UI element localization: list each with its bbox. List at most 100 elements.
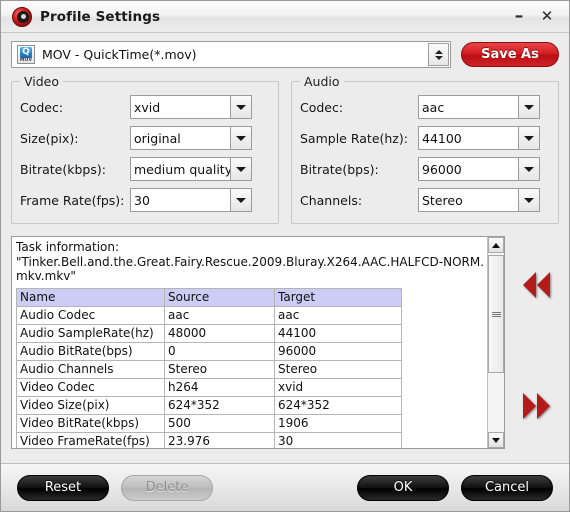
table-row: Video Size(pix) 624*352 624*352: [16, 395, 402, 415]
quicktime-q-glyph: Q: [20, 47, 32, 58]
cell-name: Video Codec: [16, 377, 165, 397]
cell-target: 96000: [274, 341, 402, 361]
cell-target: Stereo: [274, 359, 402, 379]
table-row: Video Codec h264 xvid: [16, 377, 402, 397]
table-header-row: Name Source Target: [16, 287, 402, 307]
settings-groups: Video Codec: xvid Size(pix): original Bi…: [11, 74, 559, 224]
cell-target: 624*352: [274, 395, 402, 415]
cell-source: Stereo: [164, 359, 275, 379]
cancel-button[interactable]: Cancel: [461, 474, 553, 501]
profile-settings-dialog: Profile Settings – ✕ Q MOV MOV - QuickTi…: [0, 0, 570, 512]
video-group: Video Codec: xvid Size(pix): original Bi…: [11, 74, 279, 224]
task-area: Task information: "Tinker.Bell.and.the.G…: [11, 236, 559, 449]
chevron-down-icon[interactable]: [230, 157, 252, 181]
dialog-body: Q MOV MOV - QuickTime(*.mov) Save As Vid…: [1, 33, 569, 463]
cell-target: 30: [274, 431, 402, 448]
rewind-double-left-icon[interactable]: [522, 272, 550, 298]
forward-double-right-icon[interactable]: [522, 393, 550, 419]
minimize-icon[interactable]: –: [511, 8, 527, 25]
audio-codec-label: Codec:: [300, 99, 344, 115]
cell-name: Audio Channels: [16, 359, 165, 379]
chevron-down-icon[interactable]: [230, 95, 252, 119]
cell-name: Video BitRate(kbps): [16, 413, 165, 433]
title-bar: Profile Settings – ✕: [1, 1, 569, 33]
task-information-content: Task information: "Tinker.Bell.and.the.G…: [12, 237, 487, 448]
video-size-label: Size(pix):: [20, 130, 79, 146]
task-scrollbar[interactable]: [487, 237, 504, 448]
cell-source: aac: [164, 305, 275, 325]
cell-source: h264: [164, 377, 275, 397]
task-information-panel: Task information: "Tinker.Bell.and.the.G…: [11, 236, 505, 449]
navigation-arrows: [513, 236, 559, 449]
table-row: Audio SampleRate(hz) 48000 44100: [16, 323, 402, 343]
chevron-down-icon[interactable]: [230, 188, 252, 212]
video-framerate-value: 30: [130, 188, 230, 212]
table-row: Video FrameRate(fps) 23.976 30: [16, 431, 402, 448]
audio-channels-label: Channels:: [300, 192, 363, 208]
cell-target: aac: [274, 305, 402, 325]
table-row: Audio Channels Stereo Stereo: [16, 359, 402, 379]
audio-bitrate-row: Bitrate(bps): 96000: [300, 156, 550, 182]
audio-group: Audio Codec: aac Sample Rate(hz): 44100: [291, 74, 559, 224]
audio-codec-select[interactable]: aac: [418, 95, 540, 119]
task-information-table: Name Source Target Audio Codec aac aac A…: [16, 287, 402, 448]
video-size-value: original: [130, 126, 230, 150]
cell-name: Audio Codec: [16, 305, 165, 325]
mov-file-icon: Q MOV: [17, 45, 35, 64]
audio-samplerate-select[interactable]: 44100: [418, 126, 540, 150]
scrollbar-track[interactable]: [488, 253, 504, 432]
ok-button[interactable]: OK: [357, 474, 449, 501]
cell-name: Video FrameRate(fps): [16, 431, 165, 448]
audio-codec-row: Codec: aac: [300, 94, 550, 120]
page-title: Profile Settings: [40, 8, 161, 25]
save-as-button[interactable]: Save As: [461, 42, 559, 67]
cell-source: 23.976: [164, 431, 275, 448]
video-framerate-label: Frame Rate(fps):: [20, 192, 125, 208]
close-icon[interactable]: ✕: [539, 9, 555, 25]
audio-samplerate-value: 44100: [418, 126, 518, 150]
scrollbar-thumb[interactable]: [488, 255, 504, 373]
video-group-legend: Video: [20, 74, 64, 89]
video-bitrate-label: Bitrate(kbps):: [20, 161, 106, 177]
profile-selected-value: MOV - QuickTime(*.mov): [42, 47, 197, 62]
audio-bitrate-label: Bitrate(bps):: [300, 161, 379, 177]
scroll-down-icon[interactable]: [488, 432, 504, 448]
table-row: Audio Codec aac aac: [16, 305, 402, 325]
task-information-label: Task information:: [16, 240, 120, 254]
chevron-down-icon[interactable]: [518, 95, 540, 119]
audio-bitrate-select[interactable]: 96000: [418, 157, 540, 181]
chevron-down-icon[interactable]: [230, 126, 252, 150]
video-bitrate-select[interactable]: medium quality: [130, 157, 252, 181]
cell-source: 500: [164, 413, 275, 433]
video-codec-select[interactable]: xvid: [130, 95, 252, 119]
audio-channels-row: Channels: Stereo: [300, 187, 550, 213]
chevron-down-icon[interactable]: [518, 188, 540, 212]
audio-samplerate-label: Sample Rate(hz):: [300, 130, 408, 146]
audio-channels-value: Stereo: [418, 188, 518, 212]
scroll-up-icon[interactable]: [488, 237, 504, 253]
window-controls: – ✕: [511, 8, 563, 25]
audio-samplerate-row: Sample Rate(hz): 44100: [300, 125, 550, 151]
profile-row: Q MOV MOV - QuickTime(*.mov) Save As: [11, 41, 559, 68]
video-size-select[interactable]: original: [130, 126, 252, 150]
video-framerate-select[interactable]: 30: [130, 188, 252, 212]
video-codec-label: Codec:: [20, 99, 64, 115]
profile-combobox[interactable]: Q MOV MOV - QuickTime(*.mov): [11, 41, 451, 68]
cell-source: 624*352: [164, 395, 275, 415]
column-header-target: Target: [274, 287, 402, 307]
video-framerate-row: Frame Rate(fps): 30: [20, 187, 270, 213]
task-filename: "Tinker.Bell.and.the.Great.Fairy.Rescue.…: [16, 254, 485, 284]
cell-target: 1906: [274, 413, 402, 433]
video-bitrate-row: Bitrate(kbps): medium quality: [20, 156, 270, 182]
audio-channels-select[interactable]: Stereo: [418, 188, 540, 212]
chevron-down-icon[interactable]: [518, 126, 540, 150]
disc-icon: [11, 6, 33, 28]
dialog-footer: Reset Delete OK Cancel: [1, 463, 569, 511]
column-header-source: Source: [164, 287, 275, 307]
profile-spinner-icon[interactable]: [428, 43, 449, 66]
cell-target: 44100: [274, 323, 402, 343]
reset-button[interactable]: Reset: [17, 474, 109, 501]
audio-codec-value: aac: [418, 95, 518, 119]
chevron-down-icon[interactable]: [518, 157, 540, 181]
video-size-row: Size(pix): original: [20, 125, 270, 151]
